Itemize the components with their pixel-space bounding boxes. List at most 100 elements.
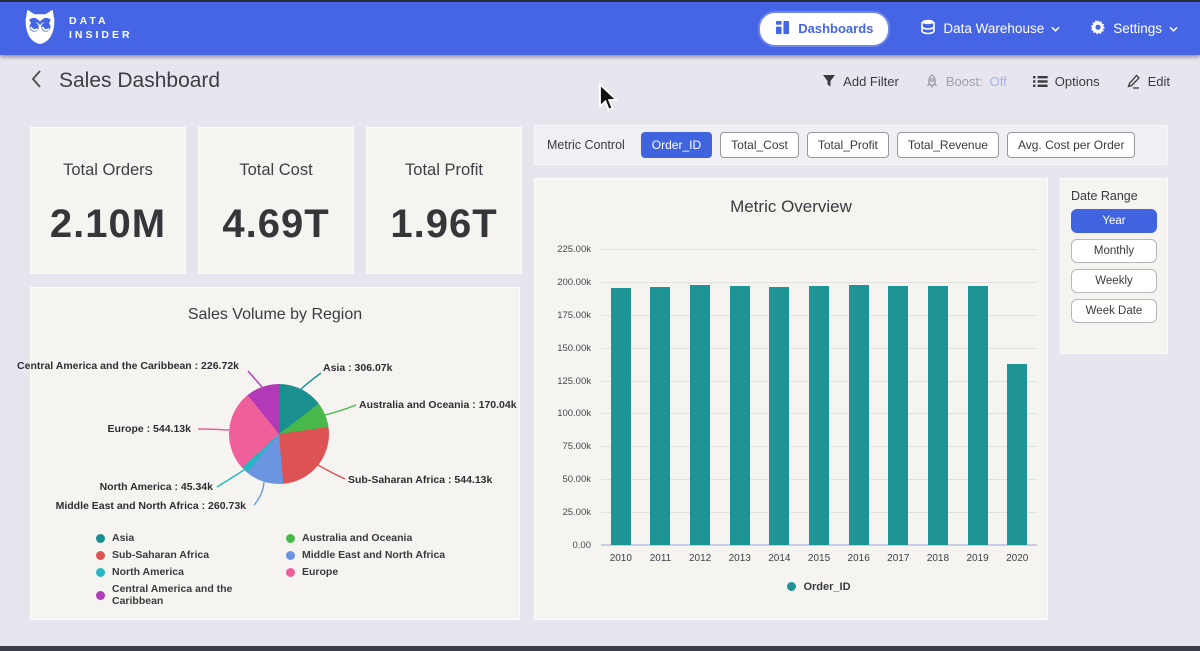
x-tick-label: 2020 (997, 553, 1037, 564)
bar-2019[interactable] (968, 286, 988, 545)
edit-button[interactable]: Edit (1126, 74, 1170, 89)
pie-chart-title: Sales Volume by Region (31, 306, 519, 324)
add-filter-label: Add Filter (843, 74, 899, 89)
date-range-panel: Date Range Year Monthly Weekly Week Date (1060, 178, 1168, 354)
nav-dashboards-button[interactable]: Dashboards (758, 11, 890, 47)
boost-toggle[interactable]: Boost: Off (925, 74, 1007, 89)
pie-legend-item-north-america[interactable]: North America (96, 566, 286, 578)
kpi-value: 4.69T (199, 202, 353, 247)
pie-legend-item-central-america-and-the-caribbean[interactable]: Central America and the Caribbean (96, 583, 286, 607)
bottom-bar (0, 646, 1200, 651)
edit-label: Edit (1148, 74, 1170, 89)
boost-value: Off (990, 74, 1007, 89)
date-range-weekly-button[interactable]: Weekly (1071, 269, 1157, 293)
page-title: Sales Dashboard (59, 69, 220, 93)
nav-data-warehouse-label: Data Warehouse (943, 21, 1044, 36)
legend-dot (286, 551, 295, 560)
pie-label-europe: Europe : 544.13k (108, 423, 191, 435)
bar-slot (997, 249, 1037, 545)
kpi-label: Total Orders (31, 161, 185, 180)
bar-2018[interactable] (928, 286, 948, 545)
legend-dot (96, 551, 105, 560)
y-tick-label: 150.00k (535, 343, 591, 354)
nav-settings[interactable]: Settings (1090, 19, 1178, 38)
x-tick-label: 2018 (918, 553, 958, 564)
kpi-value: 1.96T (367, 202, 521, 247)
brand-line2: INSIDER (69, 30, 133, 42)
x-tick-label: 2011 (641, 553, 681, 564)
legend-dot (96, 568, 105, 577)
pie-legend-item-asia[interactable]: Asia (96, 532, 286, 544)
y-tick-label: 75.00k (535, 441, 591, 452)
nav-dashboards-label: Dashboards (798, 21, 873, 36)
bar-slot (839, 249, 879, 545)
kpi-label: Total Profit (367, 161, 521, 180)
y-tick-label: 200.00k (535, 277, 591, 288)
brand[interactable]: DATA INSIDER (22, 7, 133, 50)
metric-control-bar: Metric Control Order_IDTotal_CostTotal_P… (534, 125, 1168, 165)
pie-label-asia: Asia : 306.07k (323, 362, 392, 374)
pie-legend-item-australia-and-oceania[interactable]: Australia and Oceania (286, 532, 506, 544)
bar-chart-legend: Order_ID (601, 581, 1037, 593)
legend-dot (787, 582, 796, 591)
bar-2013[interactable] (730, 286, 750, 545)
bar-2012[interactable] (690, 285, 710, 545)
legend-label: Order_ID (803, 581, 850, 593)
legend-dot (96, 591, 105, 600)
top-nav: DATA INSIDER Dashboards Data Warehouse (0, 0, 1200, 55)
bar-2015[interactable] (809, 286, 829, 545)
metric-chip-total-cost[interactable]: Total_Cost (720, 132, 799, 158)
pie-legend-item-sub-saharan-africa[interactable]: Sub-Saharan Africa (96, 549, 286, 561)
metric-chip-order-id[interactable]: Order_ID (641, 132, 712, 158)
pie-legend-item-middle-east-and-north-africa[interactable]: Middle East and North Africa (286, 549, 506, 561)
legend-label: Australia and Oceania (302, 532, 412, 544)
metric-chip-total-revenue[interactable]: Total_Revenue (897, 132, 999, 158)
add-filter-button[interactable]: Add Filter (822, 74, 899, 89)
date-range-title: Date Range (1071, 189, 1157, 203)
x-tick-label: 2016 (839, 553, 879, 564)
pie-chart[interactable] (229, 384, 329, 484)
x-tick-label: 2017 (878, 553, 918, 564)
x-tick-label: 2013 (720, 553, 760, 564)
kpi-card-total-orders: Total Orders 2.10M (30, 127, 186, 274)
options-button[interactable]: Options (1033, 74, 1100, 89)
bar-slot (680, 249, 720, 545)
kpi-value: 2.10M (31, 202, 185, 247)
y-tick-label: 0.00 (535, 540, 591, 551)
bar-2020[interactable] (1007, 364, 1027, 545)
bar-slot (720, 249, 760, 545)
chevron-down-icon (1051, 26, 1060, 32)
pie-legend-item-europe[interactable]: Europe (286, 566, 506, 578)
date-range-year-button[interactable]: Year (1071, 209, 1157, 233)
nav-data-warehouse[interactable]: Data Warehouse (920, 19, 1060, 38)
bar-2011[interactable] (650, 287, 670, 545)
metric-chip-avg-cost-per-order[interactable]: Avg. Cost per Order (1007, 132, 1136, 158)
dashboard-header: Sales Dashboard Add Filter Boost: Off Op… (0, 55, 1200, 107)
brand-line1: DATA (69, 16, 133, 28)
bar-slot (918, 249, 958, 545)
y-tick-label: 25.00k (535, 507, 591, 518)
bar-2017[interactable] (888, 286, 908, 545)
bar-2014[interactable] (769, 287, 789, 545)
back-button[interactable] (30, 69, 43, 94)
bar-slot (878, 249, 918, 545)
y-tick-label: 175.00k (535, 310, 591, 321)
date-range-week-date-button[interactable]: Week Date (1071, 299, 1157, 323)
bar-2010[interactable] (611, 288, 631, 545)
x-tick-label: 2019 (958, 553, 998, 564)
legend-label: Asia (112, 532, 134, 544)
date-range-monthly-button[interactable]: Monthly (1071, 239, 1157, 263)
bar-2016[interactable] (849, 285, 869, 545)
x-tick-label: 2014 (760, 553, 800, 564)
pie-label-central-america-and-the-caribbean: Central America and the Caribbean : 226.… (17, 360, 239, 372)
database-icon (920, 19, 936, 38)
metric-chip-total-profit[interactable]: Total_Profit (807, 132, 889, 158)
y-tick-label: 100.00k (535, 408, 591, 419)
pie-label-middle-east-and-north-africa: Middle East and North Africa : 260.73k (56, 500, 246, 512)
dashboard-grid-icon (775, 20, 790, 38)
x-tick-label: 2015 (799, 553, 839, 564)
options-label: Options (1055, 74, 1100, 89)
brand-text: DATA INSIDER (69, 16, 133, 41)
bar-slot (799, 249, 839, 545)
legend-dot (286, 568, 295, 577)
